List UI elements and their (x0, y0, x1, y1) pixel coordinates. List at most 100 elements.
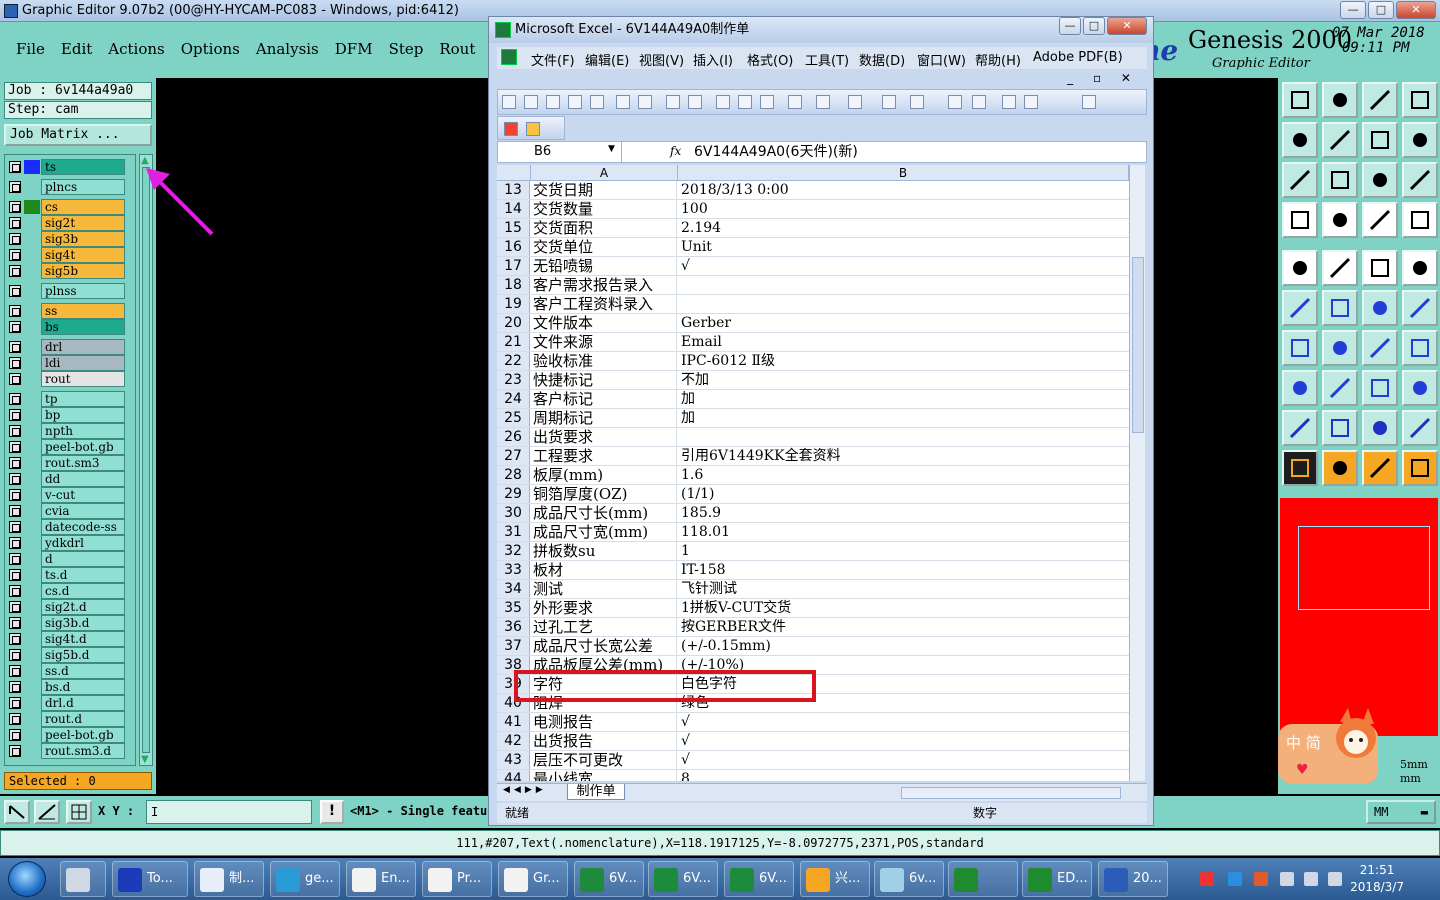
excel-maximize-button[interactable]: □ (1083, 17, 1105, 35)
cell-b[interactable]: 100 (678, 200, 1129, 218)
cell-b[interactable]: (+/-0.15mm) (678, 637, 1129, 655)
layer-name[interactable]: sig4t.d (41, 631, 125, 647)
layer-checkbox[interactable] (9, 601, 21, 613)
tray-app-icon[interactable] (1200, 872, 1214, 886)
cell-a[interactable]: 客户需求报告录入 (531, 276, 677, 294)
layer-checkbox[interactable] (9, 489, 21, 501)
layer-name[interactable]: drl.d (41, 695, 125, 711)
menu-item-analysis[interactable]: Analysis (248, 40, 327, 58)
cell-a[interactable]: 无铅喷锡 (531, 257, 677, 275)
taskbar-item[interactable]: ED... (1022, 861, 1092, 897)
cell-a[interactable]: 板厚(mm) (531, 466, 677, 484)
layers-icon[interactable] (1362, 202, 1398, 238)
taskbar-item[interactable]: 6V... (724, 861, 794, 897)
format-painter-icon[interactable] (788, 95, 802, 109)
start-button[interactable] (8, 861, 46, 897)
layer-name[interactable]: cs.d (41, 583, 125, 599)
layer-checkbox[interactable] (9, 585, 21, 597)
layer-checkbox[interactable] (9, 393, 21, 405)
segment-alt-icon[interactable] (1402, 290, 1438, 326)
horizontal-scrollbar[interactable] (901, 787, 1121, 799)
print-preview-icon[interactable] (638, 95, 652, 109)
layer-checkbox[interactable] (9, 617, 21, 629)
pdf-convert-icon[interactable] (504, 122, 518, 136)
warning-icon[interactable]: ! (320, 800, 344, 824)
taskbar-item[interactable]: 20... (1098, 861, 1168, 897)
layer-name[interactable]: sig3b.d (41, 615, 125, 631)
cell-b[interactable]: Unit (678, 238, 1129, 256)
row-number[interactable]: 34 (497, 580, 530, 598)
layer-name[interactable]: rout.sm3 (41, 455, 125, 471)
research-icon[interactable] (688, 95, 702, 109)
layer-checkbox[interactable] (9, 681, 21, 693)
cursor-mode-icon[interactable] (4, 800, 30, 824)
layer-checkbox[interactable] (9, 745, 21, 757)
pan-left-icon[interactable] (1282, 122, 1318, 158)
layer-checkbox[interactable] (9, 569, 21, 581)
cell-b[interactable]: 118.01 (678, 523, 1129, 541)
excel-menu-item[interactable]: 工具(T) (805, 50, 849, 69)
layer-name[interactable]: sig5b.d (41, 647, 125, 663)
layer-name[interactable]: npth (41, 423, 125, 439)
layer-name[interactable]: sig3b (41, 231, 125, 247)
layer-name[interactable]: bs.d (41, 679, 125, 695)
excel-doc-icon[interactable] (501, 49, 517, 65)
redo-icon[interactable] (848, 95, 862, 109)
cell-a[interactable]: 文件版本 (531, 314, 677, 332)
column-header-b[interactable]: B (678, 165, 1129, 181)
triangle-cut-icon[interactable] (1402, 410, 1438, 446)
layer-checkbox[interactable] (9, 285, 21, 297)
vertical-scroll-thumb[interactable] (1132, 257, 1144, 433)
cell-a[interactable]: 验收标准 (531, 352, 677, 370)
scroll-down-icon[interactable]: ▼ (141, 754, 149, 765)
menu-item-step[interactable]: Step (381, 40, 432, 58)
excel-menu-item[interactable]: 帮助(H) (975, 50, 1021, 69)
cell-b[interactable]: 加 (678, 409, 1129, 427)
layer-checkbox[interactable] (9, 201, 21, 213)
layer-name[interactable]: ss.d (41, 663, 125, 679)
tray-volume-icon[interactable] (1328, 872, 1342, 886)
pad-icon[interactable] (1282, 250, 1318, 286)
layer-row[interactable]: rout (7, 371, 135, 387)
taskbar-item[interactable]: 兴... (800, 861, 870, 897)
taskbar-item[interactable]: ge... (270, 861, 340, 897)
tray-clock[interactable]: 21:51 2018/3/7 (1350, 862, 1404, 896)
cell-a[interactable]: 客户工程资料录入 (531, 295, 677, 313)
new-icon[interactable] (502, 95, 516, 109)
layer-row[interactable]: bs.d (7, 679, 135, 695)
cell-b[interactable]: √ (678, 751, 1129, 769)
line-icon[interactable] (1322, 250, 1358, 286)
menu-item-rout[interactable]: Rout (431, 40, 483, 58)
ratio-icon[interactable] (1362, 162, 1398, 198)
layer-checkbox[interactable] (9, 181, 21, 193)
excel-menu-item[interactable]: 文件(F) (531, 50, 575, 69)
row-number[interactable]: 29 (497, 485, 530, 503)
layer-checkbox[interactable] (9, 409, 21, 421)
tray-flag-icon[interactable] (1280, 872, 1294, 886)
taskbar-item[interactable] (948, 861, 1018, 897)
copy-icon[interactable] (738, 95, 752, 109)
row-number[interactable]: 33 (497, 561, 530, 579)
layer-row[interactable]: rout.sm3 (7, 455, 135, 471)
vertical-scrollbar[interactable] (1129, 165, 1145, 781)
segment-icon[interactable] (1362, 290, 1398, 326)
excel-menu-item[interactable]: 窗口(W) (917, 50, 966, 69)
row-number[interactable]: 13 (497, 181, 530, 199)
layer-checkbox[interactable] (9, 265, 21, 277)
layer-checkbox[interactable] (9, 373, 21, 385)
cross-icon[interactable] (1322, 290, 1358, 326)
menu-item-actions[interactable]: Actions (100, 40, 172, 58)
layer-row[interactable]: ldi (7, 355, 135, 371)
layer-checkbox[interactable] (9, 249, 21, 261)
name-box-chevron-icon[interactable]: ▼ (608, 144, 615, 154)
layer-row[interactable]: cvia (7, 503, 135, 519)
pointer-alt-icon[interactable] (1322, 450, 1358, 486)
row-number[interactable]: 43 (497, 751, 530, 769)
step-icon[interactable] (1362, 122, 1398, 158)
cell-a[interactable]: 过孔工艺 (531, 618, 677, 636)
triangle-icon[interactable] (1282, 410, 1318, 446)
cell-a[interactable]: 交货日期 (531, 181, 677, 199)
layer-name[interactable]: rout.d (41, 711, 125, 727)
column-header-a[interactable]: A (531, 165, 678, 181)
cell-b[interactable]: 不加 (678, 371, 1129, 389)
